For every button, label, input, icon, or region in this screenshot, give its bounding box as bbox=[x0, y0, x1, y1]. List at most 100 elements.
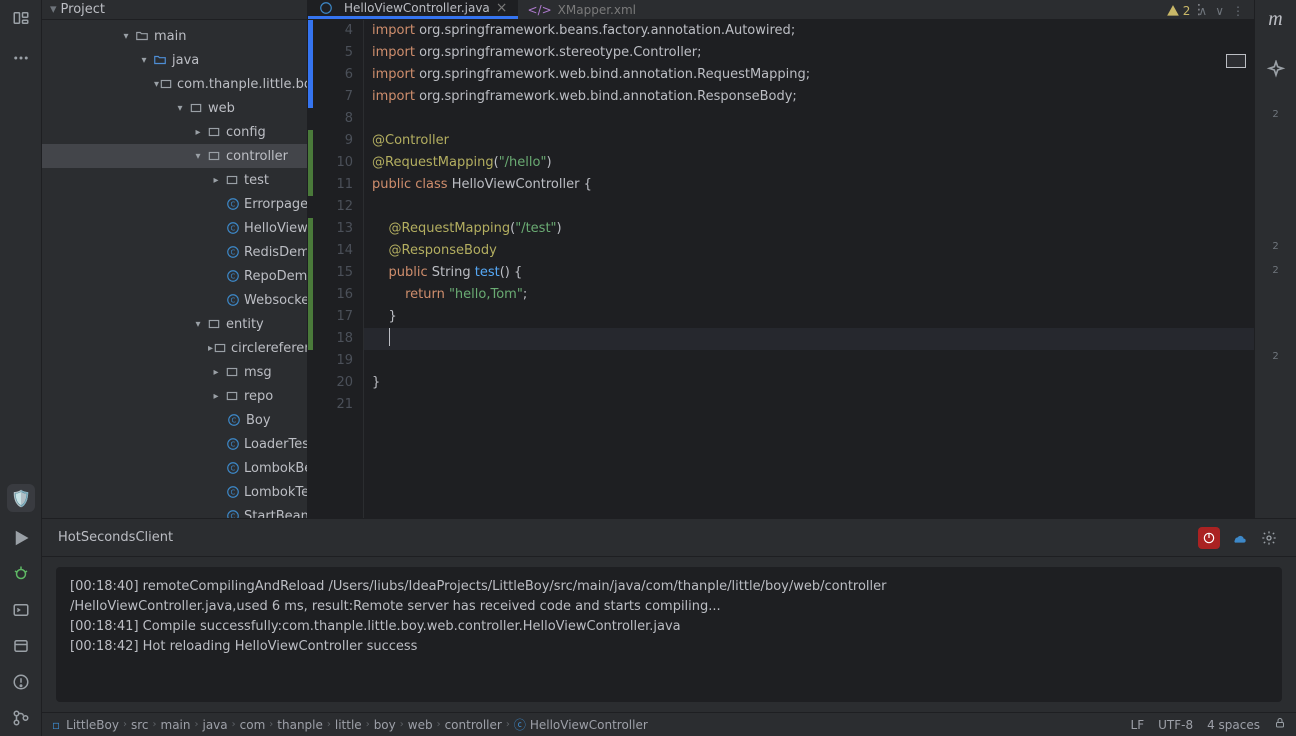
console-line: [00:18:40] remoteCompilingAndReload /Use… bbox=[70, 577, 1268, 597]
more-tool-icon[interactable] bbox=[0, 36, 42, 80]
svg-text:C: C bbox=[231, 296, 236, 304]
tree-item-errorpage[interactable]: CErrorpageCont… bbox=[42, 192, 307, 216]
editor-area: HelloViewController.java × </> XMapper.x… bbox=[308, 0, 1254, 518]
package-icon bbox=[206, 316, 222, 332]
package-icon bbox=[213, 340, 227, 356]
tree-item-lombokbean[interactable]: CLombokBean bbox=[42, 456, 307, 480]
editor-more-icon[interactable]: ⋮ bbox=[1232, 4, 1244, 18]
code-editor[interactable]: import org.springframework.beans.factory… bbox=[364, 20, 1254, 518]
marker: 2 bbox=[1269, 240, 1281, 253]
settings-button[interactable] bbox=[1258, 527, 1280, 549]
line-ending[interactable]: LF bbox=[1131, 718, 1145, 732]
marker: 2 bbox=[1269, 108, 1281, 121]
console-line: [00:18:42] Hot reloading HelloViewContro… bbox=[70, 637, 1268, 657]
tree-item-config[interactable]: ▸config bbox=[42, 120, 307, 144]
class-icon: C bbox=[226, 268, 240, 284]
power-button[interactable] bbox=[1198, 527, 1220, 549]
class-icon: C bbox=[226, 460, 240, 476]
tree-item-startbean[interactable]: CStartBean bbox=[42, 504, 307, 518]
status-bar: ▫ LittleBoy› src› main› java› com› thanp… bbox=[42, 712, 1296, 736]
svg-text:C: C bbox=[231, 440, 236, 448]
svg-text:C: C bbox=[232, 416, 237, 424]
class-icon: C bbox=[226, 484, 240, 500]
tree-item-main[interactable]: ▾main bbox=[42, 24, 307, 48]
tree-item-msg[interactable]: ▸msg bbox=[42, 360, 307, 384]
tree-item-circleref[interactable]: ▸circlereference bbox=[42, 336, 307, 360]
sidebar-title: Project bbox=[61, 2, 105, 17]
gutter: 4 5 6 7 8 9 10 11 12 13 14 15 16 17 bbox=[308, 20, 364, 518]
tree-item-repo2[interactable]: ▸repo bbox=[42, 384, 307, 408]
maven-tool-icon[interactable]: m bbox=[1268, 8, 1282, 31]
svg-text:C: C bbox=[231, 224, 236, 232]
class-icon: C bbox=[226, 220, 240, 236]
module-icon: ▫ bbox=[52, 718, 60, 732]
debug-tool-icon[interactable] bbox=[0, 556, 42, 592]
package-icon bbox=[224, 388, 240, 404]
chevron-down-icon[interactable]: ▾ bbox=[50, 2, 57, 17]
tree-item-entity[interactable]: ▾entity bbox=[42, 312, 307, 336]
db-tool-icon[interactable] bbox=[0, 628, 42, 664]
package-icon bbox=[206, 124, 222, 140]
shield-icon-badge[interactable]: 🛡️ bbox=[0, 480, 42, 516]
tree-item-controller[interactable]: ▾controller bbox=[42, 144, 307, 168]
project-tool-icon[interactable] bbox=[0, 0, 42, 36]
breadcrumb[interactable]: LittleBoy› src› main› java› com› thanple… bbox=[66, 716, 648, 733]
class-icon: C bbox=[226, 244, 240, 260]
console-line: /HelloViewController.java,used 6 ms, res… bbox=[70, 597, 1268, 617]
tab-helloview[interactable]: HelloViewController.java × bbox=[308, 0, 518, 19]
tab-label: HelloViewController.java bbox=[344, 1, 490, 15]
package-icon bbox=[188, 100, 204, 116]
svg-text:C: C bbox=[231, 272, 236, 280]
folder-icon bbox=[134, 28, 150, 44]
terminal-tool-icon[interactable] bbox=[0, 592, 42, 628]
tree-item-lomboktest[interactable]: CLombokTest bbox=[42, 480, 307, 504]
close-icon[interactable]: × bbox=[496, 0, 508, 16]
svg-text:C: C bbox=[231, 200, 236, 208]
project-sidebar: ▾ Project ▾main ▾java ▾com.thanple.littl… bbox=[42, 0, 308, 518]
project-tree: ▾main ▾java ▾com.thanple.little.boy ▾web… bbox=[42, 20, 307, 518]
readonly-lock-icon[interactable] bbox=[1274, 717, 1286, 732]
tree-item-helloview[interactable]: CHelloViewCont… bbox=[42, 216, 307, 240]
tree-item-test[interactable]: ▸test bbox=[42, 168, 307, 192]
console-line: [00:18:41] Compile successfully:com.than… bbox=[70, 617, 1268, 637]
problems-tool-icon[interactable] bbox=[0, 664, 42, 700]
next-highlight-icon[interactable]: ∨ bbox=[1215, 4, 1224, 18]
package-icon bbox=[159, 76, 173, 92]
tree-item-boy[interactable]: CBoy bbox=[42, 408, 307, 432]
right-tool-rail: m 2 2 2 2 bbox=[1254, 0, 1296, 518]
svg-text:C: C bbox=[231, 248, 236, 256]
vcs-tool-icon[interactable] bbox=[0, 700, 42, 736]
sidebar-header: ▾ Project bbox=[42, 0, 307, 20]
folder-icon bbox=[152, 52, 168, 68]
ai-assistant-icon[interactable] bbox=[1266, 60, 1286, 84]
class-icon: C bbox=[226, 292, 240, 308]
bottom-panel: HotSecondsClient [00:18:40] remoteCompil… bbox=[42, 518, 1296, 712]
tree-item-websocket[interactable]: CWebsocketCor… bbox=[42, 288, 307, 312]
tab-label: XMapper.xml bbox=[558, 3, 636, 17]
warnings-badge[interactable]: 2 bbox=[1166, 4, 1191, 18]
console-output[interactable]: [00:18:40] remoteCompilingAndReload /Use… bbox=[56, 567, 1282, 702]
tree-item-pkg[interactable]: ▾com.thanple.little.boy bbox=[42, 72, 307, 96]
svg-text:C: C bbox=[231, 464, 236, 472]
indent[interactable]: 4 spaces bbox=[1207, 718, 1260, 732]
prev-highlight-icon[interactable]: ∧ bbox=[1198, 4, 1207, 18]
tree-item-loadertest[interactable]: CLoaderTest bbox=[42, 432, 307, 456]
package-icon bbox=[224, 364, 240, 380]
xml-icon: </> bbox=[528, 3, 552, 17]
left-tool-rail: 🛡️ bbox=[0, 0, 42, 736]
package-icon bbox=[206, 148, 222, 164]
class-icon: C bbox=[226, 436, 240, 452]
run-tool-icon[interactable] bbox=[0, 520, 42, 556]
package-icon bbox=[224, 172, 240, 188]
tree-item-web[interactable]: ▾web bbox=[42, 96, 307, 120]
marker: 2 bbox=[1269, 264, 1281, 277]
cloud-sync-button[interactable] bbox=[1228, 527, 1250, 549]
svg-text:C: C bbox=[231, 488, 236, 496]
tree-item-java[interactable]: ▾java bbox=[42, 48, 307, 72]
encoding[interactable]: UTF-8 bbox=[1158, 718, 1193, 732]
class-icon: C bbox=[226, 412, 242, 428]
tree-item-redis[interactable]: CRedisDemoCon… bbox=[42, 240, 307, 264]
editor-tabs: HelloViewController.java × </> XMapper.x… bbox=[308, 0, 1254, 20]
tab-xmapper[interactable]: </> XMapper.xml bbox=[518, 0, 646, 19]
tree-item-repo[interactable]: CRepoDemoCon… bbox=[42, 264, 307, 288]
